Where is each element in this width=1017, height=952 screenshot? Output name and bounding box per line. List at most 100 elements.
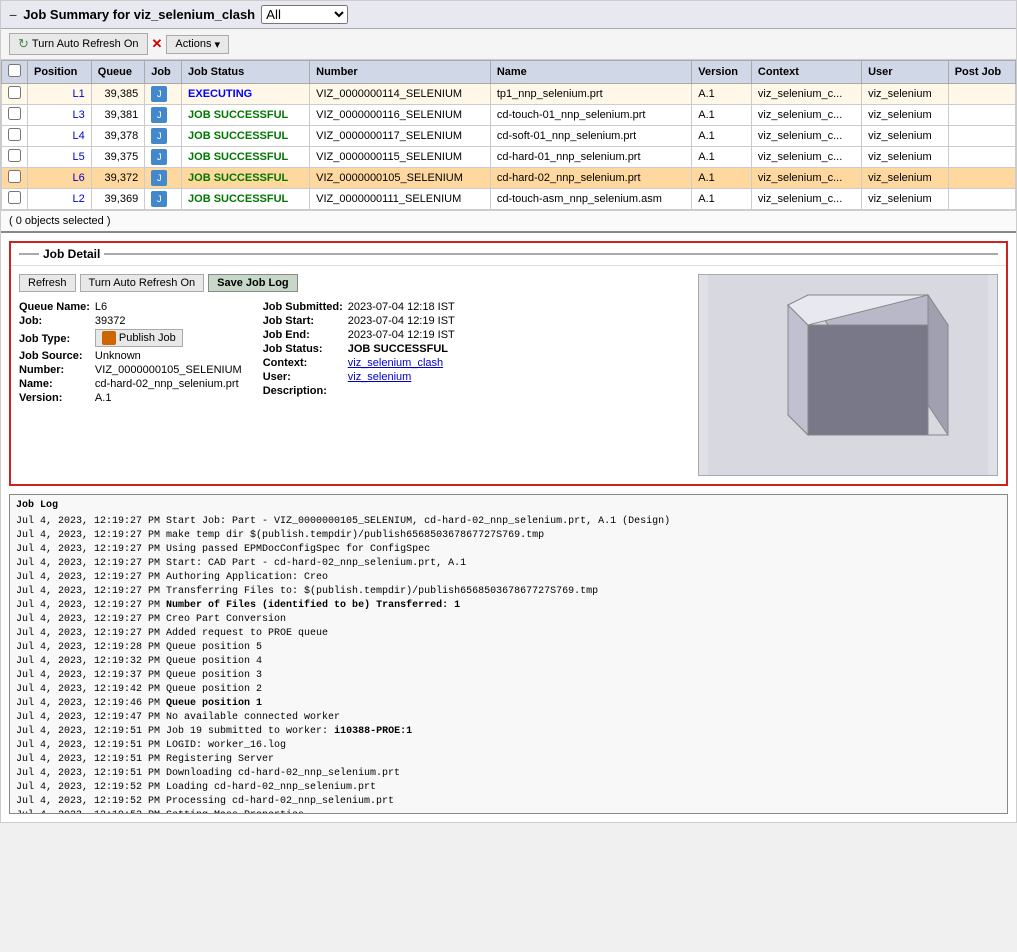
log-line: Jul 4, 2023, 12:19:51 PM LOGID: worker_1… <box>16 739 1001 753</box>
select-all-checkbox[interactable] <box>8 64 21 77</box>
row-position: L3 <box>28 105 92 126</box>
filter-select[interactable]: All Active Completed <box>261 5 348 24</box>
job-detail-content: Refresh Turn Auto Refresh On Save Job Lo… <box>11 266 1006 484</box>
number-value: VIZ_0000000105_SELENIUM <box>94 363 243 377</box>
save-job-log-button[interactable]: Save Job Log <box>208 274 298 292</box>
row-checkbox[interactable] <box>8 149 21 162</box>
selected-count: ( 0 objects selected ) <box>1 210 1016 233</box>
user-header: User <box>862 61 949 84</box>
row-version: A.1 <box>692 168 752 189</box>
row-user: viz_selenium <box>862 189 949 210</box>
job-log-box[interactable]: Job Log Jul 4, 2023, 12:19:27 PM Start J… <box>9 494 1008 814</box>
row-checkbox[interactable] <box>8 86 21 99</box>
row-checkbox[interactable] <box>8 191 21 204</box>
row-context: viz_selenium_c... <box>751 189 861 210</box>
job-type-value[interactable]: Publish Job <box>94 328 243 349</box>
row-job-icon-cell: J <box>145 189 182 210</box>
user-label: User: <box>263 370 347 384</box>
refresh-icon: ↻ <box>18 36 29 52</box>
row-version: A.1 <box>692 147 752 168</box>
queue-name-value: L6 <box>94 300 243 314</box>
queue-header: Queue <box>91 61 144 84</box>
job-icon: J <box>151 128 167 144</box>
row-job-icon-cell: J <box>145 147 182 168</box>
description-value <box>347 384 456 398</box>
description-label: Description: <box>263 384 347 398</box>
submitted-label: Job Submitted: <box>263 300 347 314</box>
row-checkbox[interactable] <box>8 170 21 183</box>
table-row[interactable]: L6 39,372 J JOB SUCCESSFUL VIZ_000000010… <box>2 168 1016 189</box>
actions-button[interactable]: Actions ▾ <box>166 35 229 54</box>
row-context: viz_selenium_c... <box>751 105 861 126</box>
start-value: 2023-07-04 12:19 IST <box>347 314 456 328</box>
row-checkbox-cell[interactable] <box>2 168 28 189</box>
table-row[interactable]: L4 39,378 J JOB SUCCESSFUL VIZ_000000011… <box>2 126 1016 147</box>
job-log-header: Job Log <box>16 499 1001 513</box>
row-version: A.1 <box>692 84 752 105</box>
row-queue: 39,372 <box>91 168 144 189</box>
job-log-section: Job Log Jul 4, 2023, 12:19:27 PM Start J… <box>9 494 1008 814</box>
table-row[interactable]: L3 39,381 J JOB SUCCESSFUL VIZ_000000011… <box>2 105 1016 126</box>
submitted-value: 2023-07-04 12:18 IST <box>347 300 456 314</box>
cancel-icon[interactable]: ✕ <box>152 36 163 52</box>
row-job-icon-cell: J <box>145 105 182 126</box>
log-line: Jul 4, 2023, 12:19:47 PM No available co… <box>16 711 1001 725</box>
log-line: Jul 4, 2023, 12:19:51 PM Registering Ser… <box>16 753 1001 767</box>
row-checkbox[interactable] <box>8 107 21 120</box>
row-postjob <box>948 84 1015 105</box>
row-version: A.1 <box>692 105 752 126</box>
log-line: Jul 4, 2023, 12:19:52 PM Loading cd-hard… <box>16 781 1001 795</box>
detail-toolbar: Refresh Turn Auto Refresh On Save Job Lo… <box>19 274 690 292</box>
context-value[interactable]: viz_selenium_clash <box>347 356 456 370</box>
log-line: Jul 4, 2023, 12:19:28 PM Queue position … <box>16 641 1001 655</box>
row-checkbox-cell[interactable] <box>2 105 28 126</box>
row-checkbox-cell[interactable] <box>2 147 28 168</box>
start-label: Job Start: <box>263 314 347 328</box>
row-checkbox-cell[interactable] <box>2 126 28 147</box>
row-name: cd-soft-01_nnp_selenium.prt <box>490 126 691 147</box>
table-row[interactable]: L2 39,369 J JOB SUCCESSFUL VIZ_000000011… <box>2 189 1016 210</box>
row-checkbox[interactable] <box>8 128 21 141</box>
row-status: JOB SUCCESSFUL <box>182 105 310 126</box>
row-number: VIZ_0000000116_SELENIUM <box>310 105 491 126</box>
postjob-header: Post Job <box>948 61 1015 84</box>
name-header: Name <box>490 61 691 84</box>
log-line: Jul 4, 2023, 12:19:32 PM Queue position … <box>16 655 1001 669</box>
main-toolbar: ↻ Turn Auto Refresh On ✕ Actions ▾ <box>1 29 1016 60</box>
row-checkbox-cell[interactable] <box>2 189 28 210</box>
collapse-icon[interactable]: − <box>9 7 17 23</box>
user-value[interactable]: viz_selenium <box>347 370 456 384</box>
log-line: Jul 4, 2023, 12:19:27 PM Creo Part Conve… <box>16 613 1001 627</box>
row-number: VIZ_0000000111_SELENIUM <box>310 189 491 210</box>
row-position: L1 <box>28 84 92 105</box>
auto-refresh-button[interactable]: ↻ Turn Auto Refresh On <box>9 33 148 55</box>
page-header: − Job Summary for viz_selenium_clash All… <box>1 1 1016 29</box>
log-line: Jul 4, 2023, 12:19:46 PM Queue position … <box>16 697 1001 711</box>
header-line-right <box>104 253 998 255</box>
log-line: Jul 4, 2023, 12:19:51 PM Downloading cd-… <box>16 767 1001 781</box>
table-row[interactable]: L5 39,375 J JOB SUCCESSFUL VIZ_000000011… <box>2 147 1016 168</box>
row-postjob <box>948 168 1015 189</box>
job-value: 39372 <box>94 314 243 328</box>
table-row[interactable]: L1 39,385 J EXECUTING VIZ_0000000114_SEL… <box>2 84 1016 105</box>
detail-refresh-button[interactable]: Refresh <box>19 274 76 292</box>
detail-auto-refresh-button[interactable]: Turn Auto Refresh On <box>80 274 205 292</box>
log-line: Jul 4, 2023, 12:19:52 PM Getting Mass Pr… <box>16 809 1001 814</box>
row-position: L2 <box>28 189 92 210</box>
number-header: Number <box>310 61 491 84</box>
log-line: Jul 4, 2023, 12:19:51 PM Job 19 submitte… <box>16 725 1001 739</box>
row-queue: 39,369 <box>91 189 144 210</box>
row-number: VIZ_0000000117_SELENIUM <box>310 126 491 147</box>
job-detail-left: Refresh Turn Auto Refresh On Save Job Lo… <box>19 274 690 476</box>
publish-job-button[interactable]: Publish Job <box>95 329 183 347</box>
row-checkbox-cell[interactable] <box>2 84 28 105</box>
row-queue: 39,375 <box>91 147 144 168</box>
detail-fields-right: Job Submitted: 2023-07-04 12:18 IST Job … <box>263 300 456 405</box>
end-label: Job End: <box>263 328 347 342</box>
job-log-lines: Jul 4, 2023, 12:19:27 PM Start Job: Part… <box>16 515 1001 814</box>
select-all-header[interactable] <box>2 61 28 84</box>
row-user: viz_selenium <box>862 84 949 105</box>
job-3d-preview <box>698 274 998 476</box>
row-position: L5 <box>28 147 92 168</box>
name-label: Name: <box>19 377 94 391</box>
